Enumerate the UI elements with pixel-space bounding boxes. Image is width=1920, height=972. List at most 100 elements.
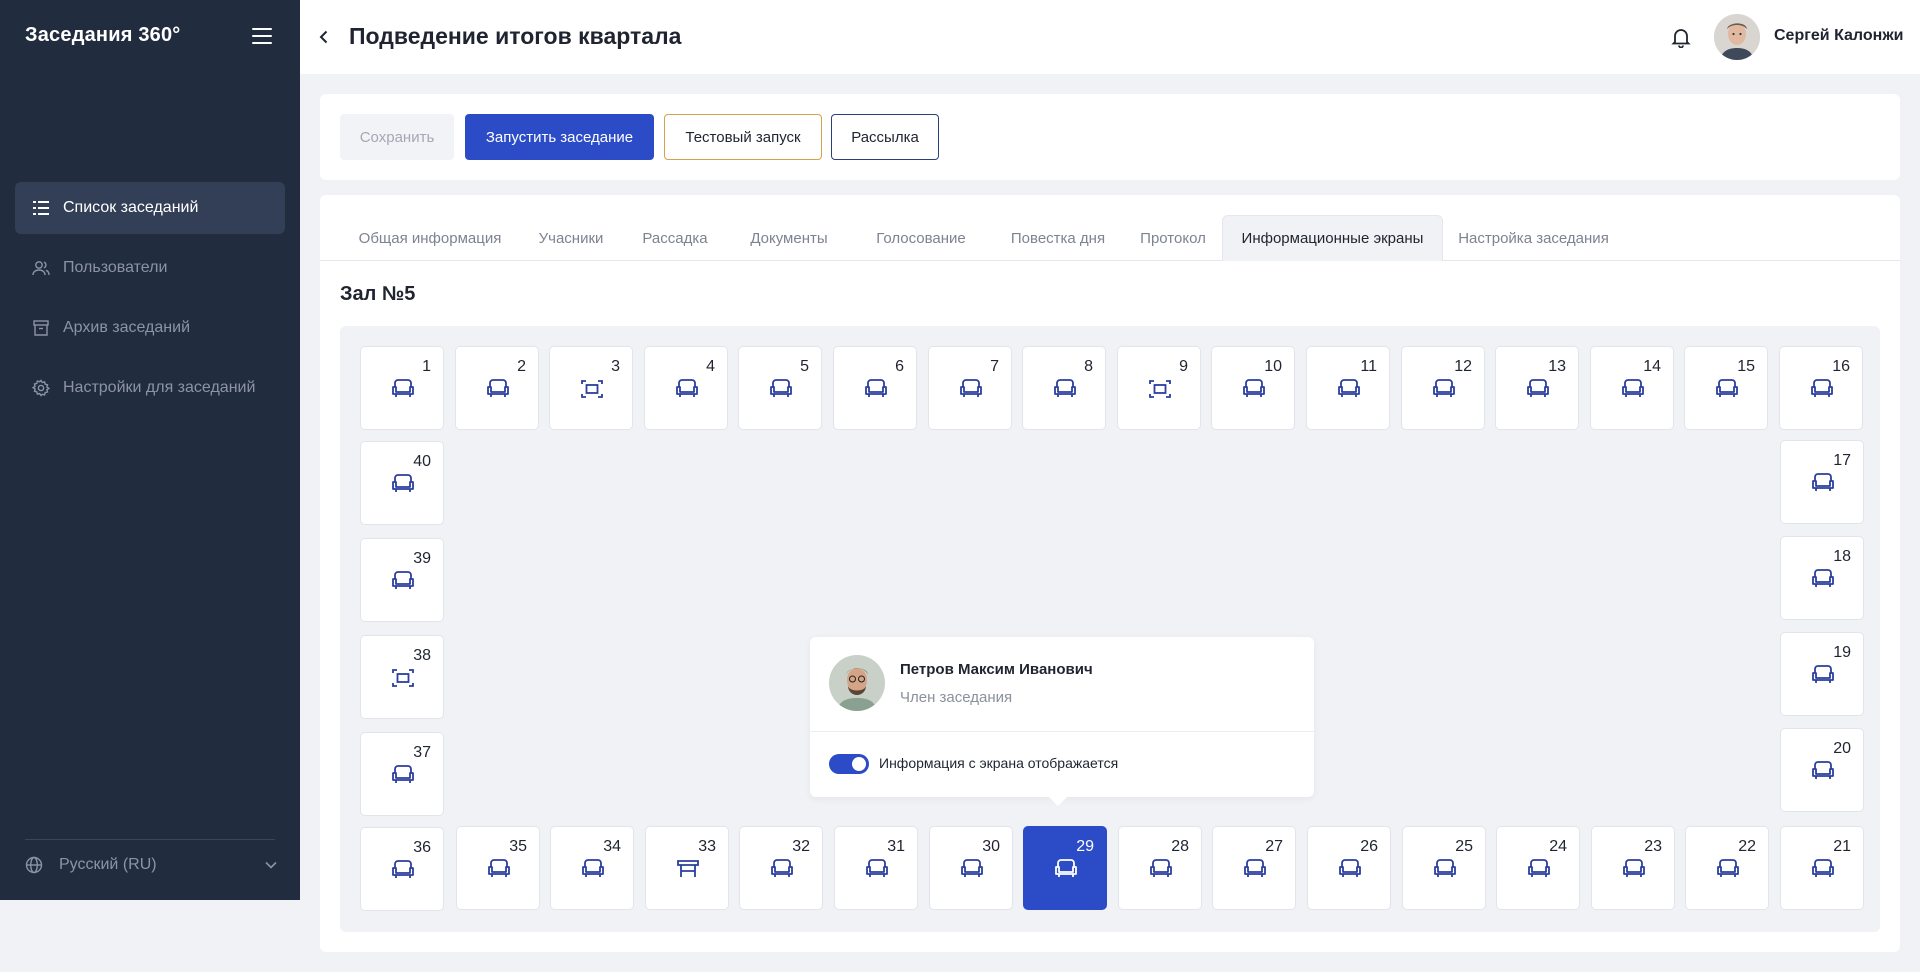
participant-name: Петров Максим Иванович (900, 661, 1093, 678)
seat-8[interactable]: 8 (1022, 346, 1106, 430)
seat-28[interactable]: 28 (1118, 826, 1202, 910)
tab-documents[interactable]: Документы (728, 215, 850, 261)
armchair-icon (1620, 378, 1646, 400)
archive-icon (31, 318, 51, 338)
seat-21[interactable]: 21 (1780, 826, 1864, 910)
tab-bar: Общая информация Учасники Рассадка Докум… (320, 215, 1900, 261)
seat-number: 39 (413, 550, 431, 567)
sidebar-item-label: Настройки для заседаний (63, 379, 256, 396)
seat-24[interactable]: 24 (1496, 826, 1580, 910)
seat-number: 21 (1833, 838, 1851, 855)
seat-23[interactable]: 23 (1591, 826, 1675, 910)
screen-info-toggle[interactable] (829, 754, 869, 774)
seat-number: 25 (1455, 838, 1473, 855)
seat-25[interactable]: 25 (1402, 826, 1486, 910)
seat-4[interactable]: 4 (644, 346, 728, 430)
seat-15[interactable]: 15 (1684, 346, 1768, 430)
seat-number: 11 (1360, 358, 1377, 375)
seat-10[interactable]: 10 (1211, 346, 1295, 430)
seat-12[interactable]: 12 (1401, 346, 1485, 430)
seat-number: 13 (1548, 358, 1566, 375)
seat-5[interactable]: 5 (738, 346, 822, 430)
seat-number: 20 (1833, 740, 1851, 757)
seat-number: 37 (413, 744, 431, 761)
sidebar-item-settings[interactable]: Настройки для заседаний (15, 362, 285, 414)
seat-39[interactable]: 39 (360, 538, 444, 622)
seat-number: 7 (990, 358, 999, 375)
seat-18[interactable]: 18 (1780, 536, 1864, 620)
seat-3[interactable]: 3 (549, 346, 633, 430)
avatar (829, 655, 885, 711)
menu-icon[interactable] (252, 28, 272, 44)
seat-9[interactable]: 9 (1117, 346, 1201, 430)
language-select[interactable]: Русский (RU) (25, 852, 277, 878)
seat-number: 35 (509, 838, 527, 855)
armchair-icon (1241, 378, 1267, 400)
seat-35[interactable]: 35 (456, 826, 540, 910)
tab-meeting-settings[interactable]: Настройка заседания (1443, 215, 1624, 261)
seat-31[interactable]: 31 (834, 826, 918, 910)
seat-number: 18 (1833, 548, 1851, 565)
sidebar-item-archive[interactable]: Архив заседаний (15, 302, 285, 354)
tab-seating[interactable]: Рассадка (622, 215, 728, 261)
seat-1[interactable]: 1 (360, 346, 444, 430)
avatar[interactable] (1714, 14, 1760, 60)
tab-general-info[interactable]: Общая информация (340, 215, 520, 261)
seat-33[interactable]: 33 (645, 826, 729, 910)
seat-number: 36 (413, 839, 431, 856)
hall-title: Зал №5 (340, 283, 416, 305)
armchair-icon (1053, 858, 1079, 880)
seat-2[interactable]: 2 (455, 346, 539, 430)
tab-participants[interactable]: Учасники (520, 215, 622, 261)
seat-7[interactable]: 7 (928, 346, 1012, 430)
sidebar-item-users[interactable]: Пользователи (15, 242, 285, 294)
sidebar-item-meetings-list[interactable]: Список заседаний (15, 182, 285, 234)
seat-20[interactable]: 20 (1780, 728, 1864, 812)
save-button[interactable]: Сохранить (340, 114, 454, 160)
app-brand: Заседания 360° (25, 24, 181, 46)
seat-37[interactable]: 37 (360, 732, 444, 816)
sidebar: Заседания 360° Список заседаний Пользова… (0, 0, 300, 900)
seat-38[interactable]: 38 (360, 635, 444, 719)
seat-26[interactable]: 26 (1307, 826, 1391, 910)
tab-agenda[interactable]: Повестка дня (992, 215, 1124, 261)
tab-info-screens[interactable]: Информационные экраны (1222, 215, 1443, 261)
seat-22[interactable]: 22 (1685, 826, 1769, 910)
seat-number: 16 (1832, 358, 1850, 375)
seat-30[interactable]: 30 (929, 826, 1013, 910)
seat-36[interactable]: 36 (360, 827, 444, 911)
seat-14[interactable]: 14 (1590, 346, 1674, 430)
back-arrow-icon[interactable] (314, 27, 334, 47)
seat-17[interactable]: 17 (1780, 440, 1864, 524)
toggle-knob (852, 757, 866, 771)
seat-27[interactable]: 27 (1212, 826, 1296, 910)
seat-19[interactable]: 19 (1780, 632, 1864, 716)
seat-16[interactable]: 16 (1779, 346, 1863, 430)
user-name: Сергей Калонжи (1774, 27, 1904, 44)
test-run-button[interactable]: Тестовый запуск (664, 114, 822, 160)
seat-number: 5 (800, 358, 809, 375)
bell-icon[interactable] (1670, 26, 1692, 49)
seat-number: 6 (895, 358, 904, 375)
armchair-icon (1526, 858, 1552, 880)
seat-40[interactable]: 40 (360, 441, 444, 525)
seat-29[interactable]: 29 (1023, 826, 1107, 910)
seat-34[interactable]: 34 (550, 826, 634, 910)
armchair-icon (1431, 378, 1457, 400)
screen-info-label: Информация с экрана отображается (879, 755, 1119, 771)
seat-number: 24 (1549, 838, 1567, 855)
tab-voting[interactable]: Голосование (850, 215, 992, 261)
mailing-button[interactable]: Рассылка (831, 114, 939, 160)
seat-number: 29 (1076, 838, 1094, 855)
seat-6[interactable]: 6 (833, 346, 917, 430)
armchair-icon (580, 858, 606, 880)
seat-11[interactable]: 11 (1306, 346, 1390, 430)
armchair-icon (1148, 858, 1174, 880)
armchair-icon (958, 378, 984, 400)
seat-number: 40 (413, 453, 431, 470)
seat-32[interactable]: 32 (739, 826, 823, 910)
screen-icon (390, 667, 416, 689)
tab-protocol[interactable]: Протокол (1124, 215, 1222, 261)
seat-13[interactable]: 13 (1495, 346, 1579, 430)
start-meeting-button[interactable]: Запустить заседание (465, 114, 654, 160)
